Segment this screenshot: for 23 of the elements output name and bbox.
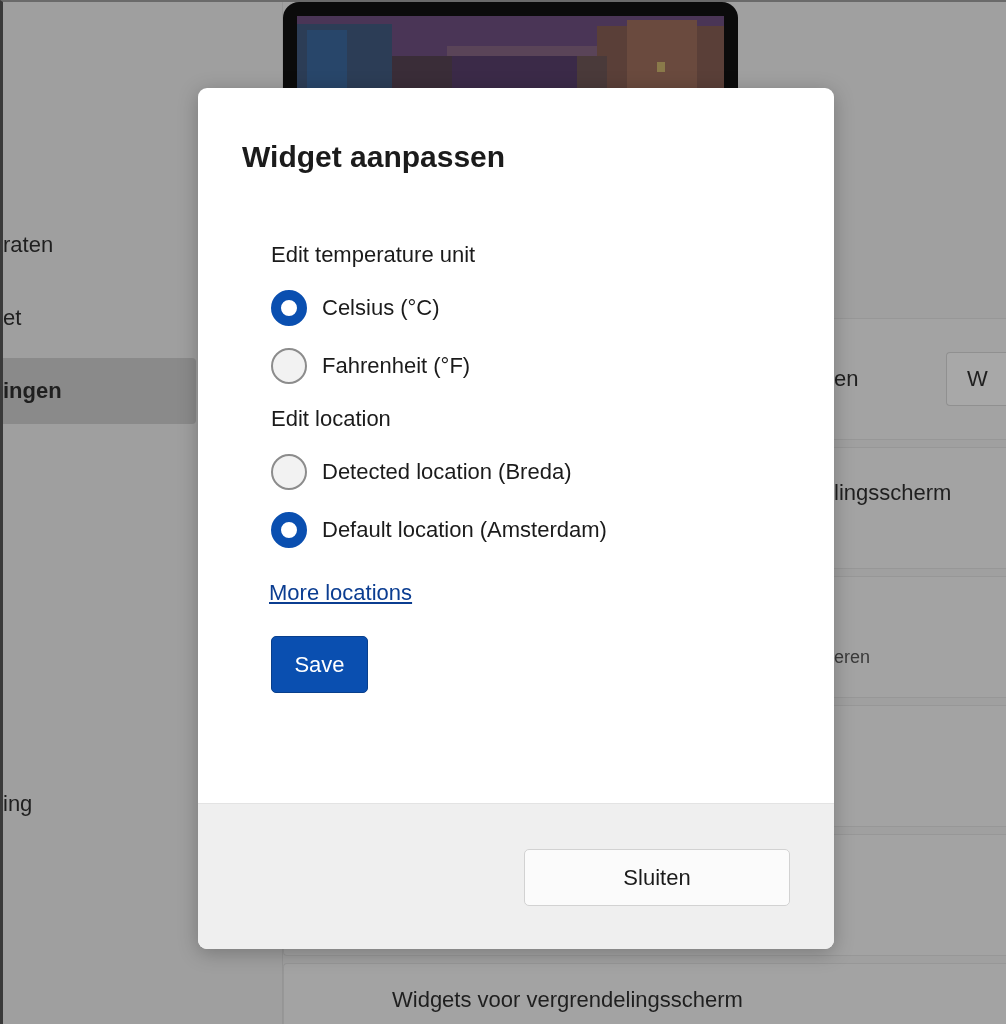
setting-label: lingsscherm (834, 480, 953, 507)
dropdown-button[interactable]: W (946, 352, 1006, 406)
sidebar-item[interactable]: ing (3, 771, 196, 837)
dialog-title: Widget aanpassen (242, 140, 507, 174)
setting-description: eren (834, 646, 872, 668)
radio-button[interactable] (271, 348, 307, 384)
section-heading: Edit temperature unit (271, 242, 477, 268)
radio-button[interactable] (271, 454, 307, 490)
radio-button[interactable] (271, 512, 307, 548)
sidebar-item[interactable]: ingen (3, 358, 196, 424)
radio-label: Detected location (Breda) (322, 459, 572, 485)
section-heading: Edit location (271, 406, 392, 432)
radio-label: Default location (Amsterdam) (322, 517, 607, 543)
sidebar-item[interactable]: et (3, 285, 196, 351)
radio-label: Celsius (°C) (322, 295, 440, 321)
close-button[interactable]: Sluiten (524, 849, 790, 906)
radio-button[interactable] (271, 290, 307, 326)
sidebar-item[interactable]: raten (3, 212, 196, 278)
setting-label: Widgets voor vergrendelingsscherm (392, 988, 744, 1012)
radio-label: Fahrenheit (°F) (322, 353, 471, 379)
more-locations-link[interactable]: More locations (269, 580, 413, 606)
setting-label: en (834, 366, 860, 392)
save-button[interactable]: Save (271, 636, 368, 693)
